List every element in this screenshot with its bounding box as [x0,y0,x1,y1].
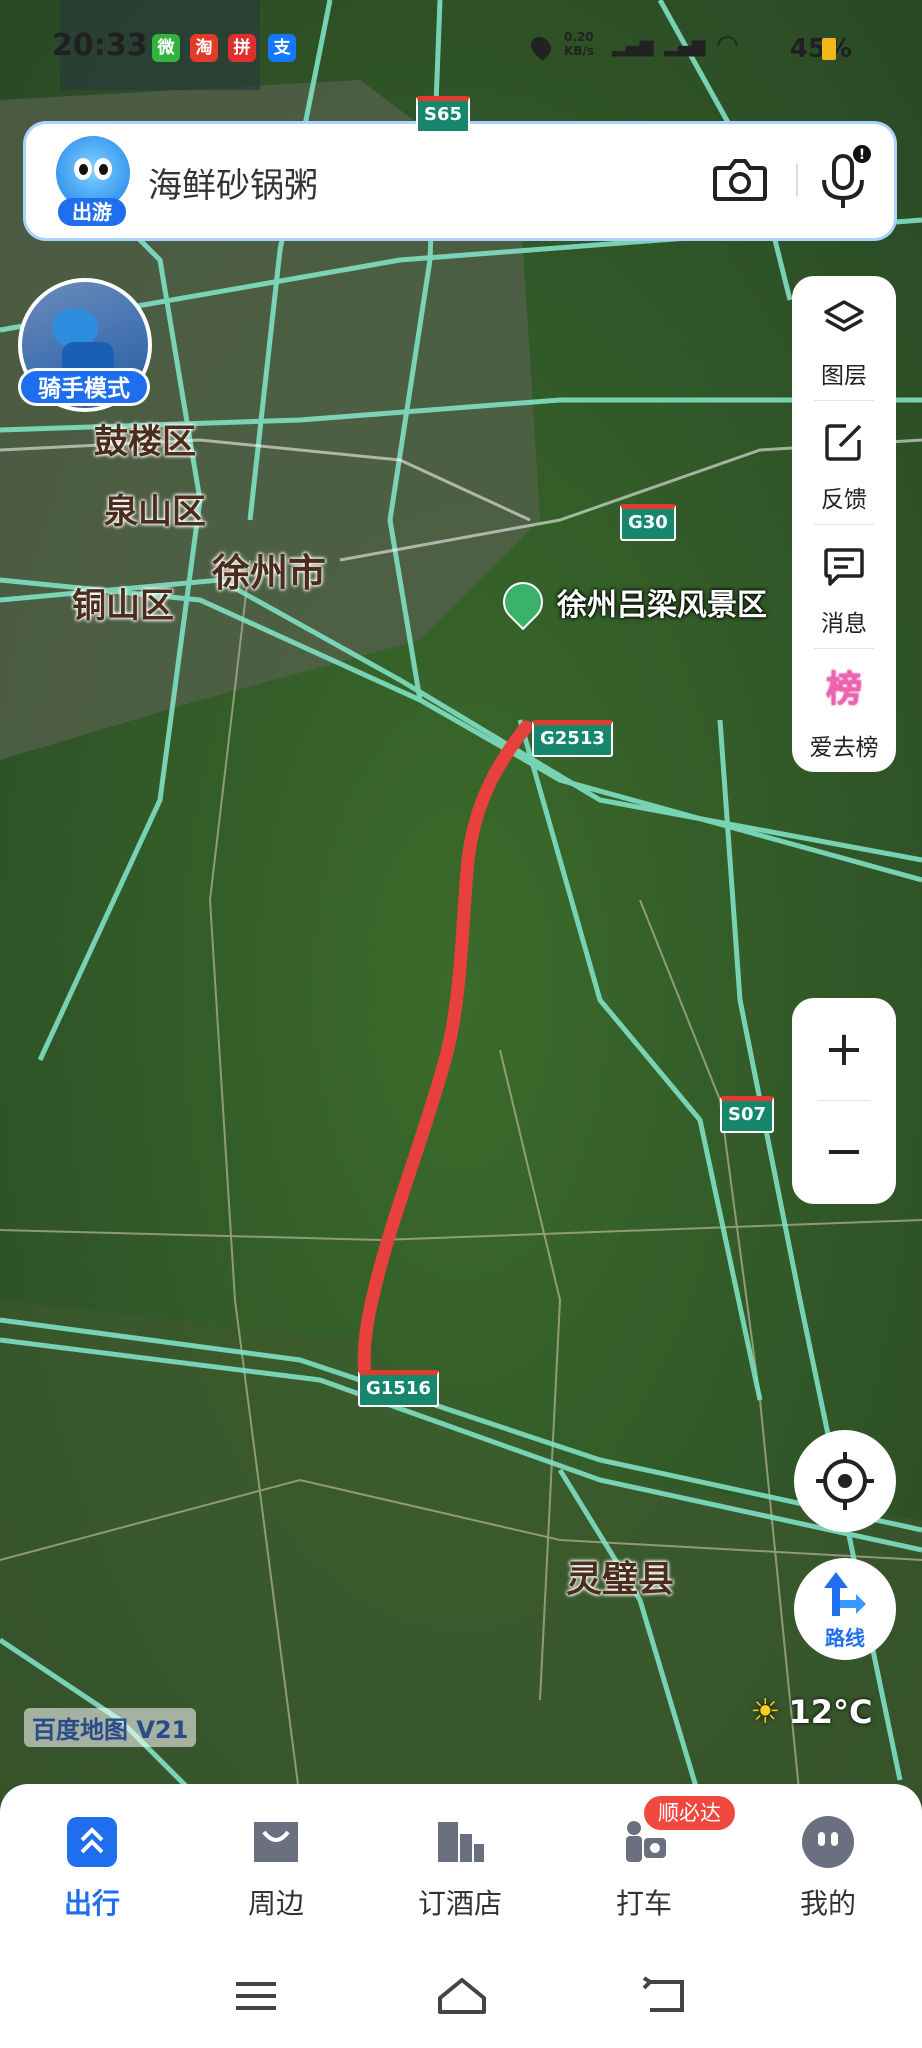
route-label: 路线 [825,1626,865,1650]
message-label: 消息 [821,611,867,637]
zoom-controls: + − [792,998,896,1204]
microphone-icon[interactable]: ! [810,142,876,218]
system-nav-bar [0,1944,922,2048]
sun-icon: ☀ [750,1692,781,1732]
travel-icon [67,1817,117,1867]
map-label-xuzhou[interactable]: 徐州市 [212,542,326,597]
search-input[interactable]: 海鲜砂锅粥 [148,158,318,207]
road-shield-s65: S65 [416,96,471,133]
taobao-app-icon: 淘 [190,34,218,62]
svg-text:!: ! [859,147,865,163]
road-shield-g2513: G2513 [532,720,613,757]
map-label-gulou[interactable]: 鼓楼区 [94,414,196,463]
tab-profile-label: 我的 [799,1887,856,1920]
baidu-map-logo: 百度地图 V21 [24,1708,197,1747]
poi-label: 徐州吕梁风景区 [557,588,767,623]
location-icon [526,32,556,62]
status-bar: 20:33 微 淘 拼 支 0.20 KB/s ▂▄▆ ▂▄▆ ◠ 45% [0,0,922,98]
locate-button[interactable] [794,1430,896,1532]
signal-icon-2: ▂▄▆ [664,36,706,57]
feedback-icon [825,424,862,461]
feedback-button[interactable]: 反馈 [792,400,896,524]
rider-mode-button[interactable]: 骑手模式 [18,368,150,406]
signal-icon: ▂▄▆ [612,36,654,57]
status-time: 20:33 [52,28,148,63]
map-label-quanshan[interactable]: 泉山区 [104,484,206,533]
tab-travel[interactable]: 出行 [0,1804,184,1924]
wifi-icon: ◠ [716,30,739,60]
hotel-icon [438,1822,484,1862]
message-icon [824,548,864,586]
battery-icon [822,38,836,60]
message-button[interactable]: 消息 [792,524,896,648]
ranking-label: 爱去榜 [809,735,879,761]
back-icon[interactable] [636,1974,696,2018]
ranking-icon: 榜 [825,669,862,710]
road-shield-s07: S07 [720,1096,775,1133]
pinduoduo-app-icon: 拼 [228,34,256,62]
battery-level: 45% [789,34,852,64]
feedback-label: 反馈 [821,487,867,513]
search-bar[interactable]: 出游 海鲜砂锅粥 ! [26,124,894,238]
taxi-badge: 顺必达 [644,1796,735,1830]
map-label-lingbi[interactable]: 灵璧县 [566,1550,674,1602]
road-shield-g1516: G1516 [358,1370,439,1407]
route-button[interactable]: 路线 [794,1558,896,1660]
map-label-tongshan[interactable]: 铜山区 [72,578,174,627]
tab-travel-label: 出行 [63,1887,120,1920]
wechat-app-icon: 微 [152,34,180,62]
tab-hotel[interactable]: 订酒店 [368,1804,552,1924]
route-arrow-icon [824,1572,866,1616]
nearby-icon [254,1822,298,1862]
menu-icon[interactable] [226,1974,286,2018]
layers-icon [824,300,864,332]
zoom-out-button[interactable]: − [792,1100,896,1202]
map-tools-panel: 图层 反馈 消息 榜 爱去榜 [792,276,896,772]
home-icon[interactable] [432,1974,492,2018]
weather-temp: 12°C [788,1693,873,1731]
search-divider [796,164,798,196]
weather-widget[interactable]: ☀ 12°C [750,1692,873,1732]
layers-label: 图层 [821,363,867,389]
alipay-app-icon: 支 [268,34,296,62]
ranking-button[interactable]: 榜 爱去榜 [792,648,896,772]
tab-nearby[interactable]: 周边 [184,1804,368,1924]
mascot-tag[interactable]: 出游 [58,198,126,226]
zoom-in-button[interactable]: + [792,998,896,1100]
camera-icon[interactable] [710,152,770,208]
tab-hotel-label: 订酒店 [417,1887,502,1920]
map-canvas[interactable] [0,0,922,1800]
network-speed: 0.20 KB/s [564,30,594,58]
road-shield-g30: G30 [620,504,676,541]
tab-nearby-label: 周边 [247,1887,304,1920]
locate-icon [816,1452,874,1510]
tab-profile[interactable]: 我的 [736,1804,920,1924]
profile-icon [802,1816,854,1868]
layers-button[interactable]: 图层 [792,276,896,400]
tab-taxi-label: 打车 [615,1887,672,1920]
